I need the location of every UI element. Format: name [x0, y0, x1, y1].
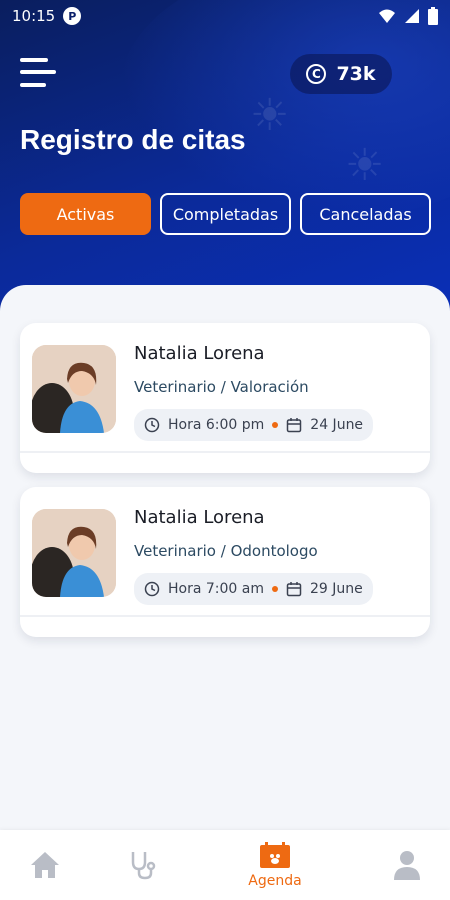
tab-activas[interactable]: Activas	[20, 193, 151, 235]
battery-icon	[428, 7, 438, 25]
bottom-nav: Agenda	[0, 830, 450, 900]
appointment-meta: Hora 7:00 am 29 June	[134, 573, 373, 605]
clock-icon	[144, 417, 160, 433]
status-tabs: Activas Completadas Canceladas	[0, 193, 450, 235]
signal-icon	[405, 9, 419, 23]
home-icon	[31, 852, 59, 878]
paw-watermark-icon: ☀	[345, 140, 385, 191]
copyright-coin-icon: C	[306, 64, 327, 84]
appointment-date: 24 June	[310, 417, 364, 433]
nav-agenda[interactable]: Agenda	[235, 830, 315, 900]
nav-vet[interactable]	[118, 830, 168, 900]
wifi-icon	[379, 9, 395, 23]
card-divider	[20, 451, 430, 453]
stethoscope-icon	[131, 852, 156, 880]
menu-icon[interactable]	[20, 56, 58, 92]
tab-label: Activas	[56, 204, 115, 224]
tab-label: Completadas	[172, 204, 279, 224]
appointment-date: 29 June	[309, 581, 363, 597]
separator-dot	[271, 586, 278, 592]
nav-home[interactable]	[20, 830, 70, 900]
separator-dot	[272, 422, 279, 428]
clock-icon	[144, 581, 160, 597]
appointment-meta: Hora 6:00 pm 24 June	[134, 409, 374, 441]
profile-icon	[394, 851, 420, 880]
appointment-specialty: Veterinario / Valoración	[134, 378, 309, 396]
vet-avatar	[32, 509, 116, 597]
status-bar: 10:15 P	[0, 0, 450, 32]
vet-avatar	[32, 345, 116, 433]
nav-profile[interactable]	[382, 830, 432, 900]
vet-name: Natalia Lorena	[134, 507, 265, 528]
card-divider	[20, 615, 430, 617]
notification-app-icon: P	[63, 7, 82, 25]
status-time: 10:15	[12, 7, 56, 25]
appointment-specialty: Veterinario / Odontologo	[134, 542, 318, 560]
coins-value: 73k	[336, 63, 376, 85]
appointment-time: Hora 6:00 pm	[168, 417, 265, 433]
appointment-time: Hora 7:00 am	[168, 581, 264, 597]
coins-balance[interactable]: C 73k	[290, 54, 392, 94]
calendar-icon	[286, 582, 302, 597]
vet-name: Natalia Lorena	[134, 343, 265, 364]
calendar-icon	[287, 418, 302, 433]
page-title: Registro de citas	[20, 124, 246, 155]
header-background: ☀ ☀	[0, 0, 450, 320]
tab-label: Canceladas	[319, 204, 412, 224]
tab-completadas[interactable]: Completadas	[160, 193, 291, 235]
appointment-card[interactable]: Natalia Lorena Veterinario / Valoración …	[20, 323, 430, 473]
calendar-icon	[260, 842, 290, 868]
paw-watermark-icon: ☀	[250, 90, 290, 141]
nav-agenda-label: Agenda	[248, 873, 302, 889]
tab-canceladas[interactable]: Canceladas	[300, 193, 431, 235]
appointment-card[interactable]: Natalia Lorena Veterinario / Odontologo …	[20, 487, 430, 637]
